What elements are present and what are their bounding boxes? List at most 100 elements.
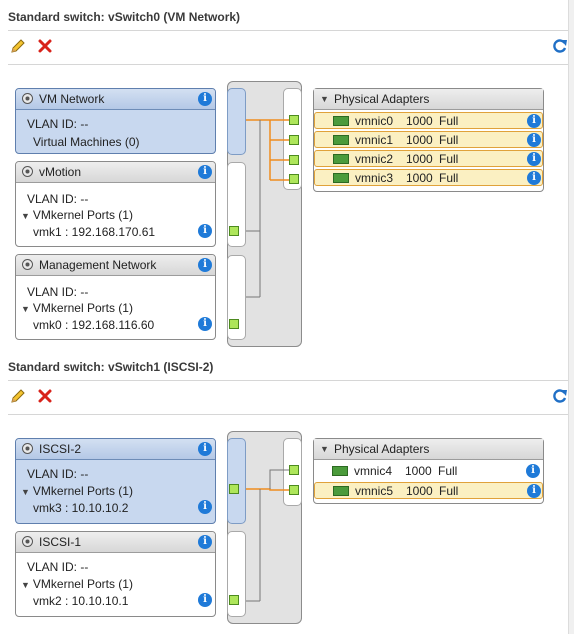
info-icon[interactable]: i [198, 442, 212, 456]
nic-name: vmnic3 [355, 171, 394, 185]
chevron-down-icon: ▼ [21, 211, 30, 221]
ports-label: Virtual Machines (0) [33, 135, 140, 149]
chevron-down-icon: ▼ [320, 444, 329, 454]
portgroup-icon [22, 166, 33, 177]
nic-row-vmnic4[interactable]: vmnic4 1000 Full i [314, 463, 543, 480]
uplink-port[interactable] [289, 135, 299, 145]
ports-expander[interactable]: ▼ VMkernel Ports (1) [21, 208, 133, 222]
portgroup-management-network[interactable]: Management Network i VLAN ID: -- ▼ VMkern… [15, 254, 216, 340]
scrollbar[interactable] [568, 0, 574, 634]
physical-adapters-title: Physical Adapters [334, 442, 430, 456]
portgroup-name: ISCSI-2 [39, 442, 82, 456]
portgroup-header: vMotion i [16, 162, 215, 183]
uplink-port[interactable] [289, 485, 299, 495]
portgroup-icon [22, 536, 33, 547]
ports-expander[interactable]: ▼ VMkernel Ports (1) [21, 301, 133, 315]
info-icon[interactable]: i [527, 133, 541, 147]
nic-name: vmnic5 [355, 484, 394, 498]
info-icon[interactable]: i [198, 165, 212, 179]
info-icon[interactable]: i [198, 593, 212, 607]
portgroup-name: ISCSI-1 [39, 535, 82, 549]
nic-row-vmnic1[interactable]: vmnic1 1000 Full i [314, 131, 543, 148]
switch-title: Standard switch: vSwitch1 (ISCSI-2) [8, 360, 214, 374]
uplink-port[interactable] [289, 174, 299, 184]
nic-speed: 1000 [405, 464, 432, 478]
portgroup-name: VM Network [39, 92, 105, 106]
divider [8, 380, 568, 381]
nic-icon [333, 154, 349, 164]
nic-speed: 1000 [406, 114, 433, 128]
info-icon[interactable]: i [198, 258, 212, 272]
uplink-port[interactable] [289, 465, 299, 475]
red-x-icon[interactable] [37, 38, 53, 54]
info-icon[interactable]: i [198, 224, 212, 238]
info-icon[interactable]: i [527, 152, 541, 166]
portgroup-header: VM Network i [16, 89, 215, 110]
ports-expander[interactable]: ▼ VMkernel Ports (1) [21, 577, 133, 591]
nic-speed: 1000 [406, 484, 433, 498]
info-icon[interactable]: i [526, 464, 540, 478]
vmkernel-port[interactable] [229, 226, 239, 236]
nic-icon [332, 466, 348, 476]
vmkernel-entry: vmk3 : 10.10.10.2 [33, 501, 129, 515]
nic-icon [333, 173, 349, 183]
switch-title: Standard switch: vSwitch0 (VM Network) [8, 10, 241, 24]
portgroup-header: ISCSI-2 i [16, 439, 215, 460]
nic-name: vmnic4 [354, 464, 393, 478]
nic-speed: 1000 [406, 133, 433, 147]
portgroup-header: Management Network i [16, 255, 215, 276]
vmkernel-port[interactable] [229, 319, 239, 329]
switch-wiring [246, 119, 295, 298]
switch-wiring [246, 469, 295, 602]
vmkernel-port[interactable] [229, 595, 239, 605]
nic-name: vmnic0 [355, 114, 394, 128]
physical-adapters-header[interactable]: ▼ Physical Adapters [314, 439, 543, 460]
vlan-id: VLAN ID: -- [27, 467, 89, 481]
info-icon[interactable]: i [198, 535, 212, 549]
chevron-down-icon: ▼ [21, 487, 30, 497]
info-icon[interactable]: i [198, 317, 212, 331]
nic-duplex: Full [439, 114, 459, 128]
nic-duplex: Full [439, 152, 459, 166]
nic-row-vmnic0[interactable]: vmnic0 1000 Full i [314, 112, 543, 129]
refresh-icon[interactable] [552, 388, 568, 404]
portgroup-vm-network[interactable]: VM Network i VLAN ID: -- Virtual Machine… [15, 88, 216, 154]
vlan-id: VLAN ID: -- [27, 117, 89, 131]
nic-duplex: Full [439, 133, 459, 147]
red-x-icon[interactable] [37, 388, 53, 404]
chevron-down-icon: ▼ [21, 580, 30, 590]
info-icon[interactable]: i [198, 92, 212, 106]
info-icon[interactable]: i [527, 484, 541, 498]
uplink-port[interactable] [289, 115, 299, 125]
vmkernel-port[interactable] [229, 484, 239, 494]
nic-name: vmnic2 [355, 152, 394, 166]
divider [8, 64, 568, 65]
info-icon[interactable]: i [198, 500, 212, 514]
pencil-icon[interactable] [10, 388, 26, 404]
ports-expander[interactable]: ▼ VMkernel Ports (1) [21, 484, 133, 498]
vlan-id: VLAN ID: -- [27, 192, 89, 206]
info-icon[interactable]: i [527, 114, 541, 128]
nic-row-vmnic2[interactable]: vmnic2 1000 Full i [314, 150, 543, 167]
chevron-down-icon: ▼ [21, 304, 30, 314]
divider [8, 30, 568, 31]
portgroup-icon [22, 443, 33, 454]
info-icon[interactable]: i [527, 171, 541, 185]
portgroup-name: vMotion [39, 165, 82, 179]
portgroup-vmotion[interactable]: vMotion i VLAN ID: -- ▼ VMkernel Ports (1… [15, 161, 216, 247]
physical-adapters-panel: ▼ Physical Adapters vmnic0 1000 Full i v… [313, 88, 544, 192]
nic-name: vmnic1 [355, 133, 394, 147]
refresh-icon[interactable] [552, 38, 568, 54]
uplink-port[interactable] [289, 155, 299, 165]
nic-speed: 1000 [406, 171, 433, 185]
portgroup-iscsi-2[interactable]: ISCSI-2 i VLAN ID: -- ▼ VMkernel Ports (1… [15, 438, 216, 524]
physical-adapters-header[interactable]: ▼ Physical Adapters [314, 89, 543, 110]
nic-row-vmnic3[interactable]: vmnic3 1000 Full i [314, 169, 543, 186]
physical-adapters-title: Physical Adapters [334, 92, 430, 106]
pencil-icon[interactable] [10, 38, 26, 54]
nic-row-vmnic5[interactable]: vmnic5 1000 Full i [314, 482, 543, 499]
portgroup-iscsi-1[interactable]: ISCSI-1 i VLAN ID: -- ▼ VMkernel Ports (1… [15, 531, 216, 617]
nic-icon [333, 135, 349, 145]
nic-speed: 1000 [406, 152, 433, 166]
chevron-down-icon: ▼ [320, 94, 329, 104]
